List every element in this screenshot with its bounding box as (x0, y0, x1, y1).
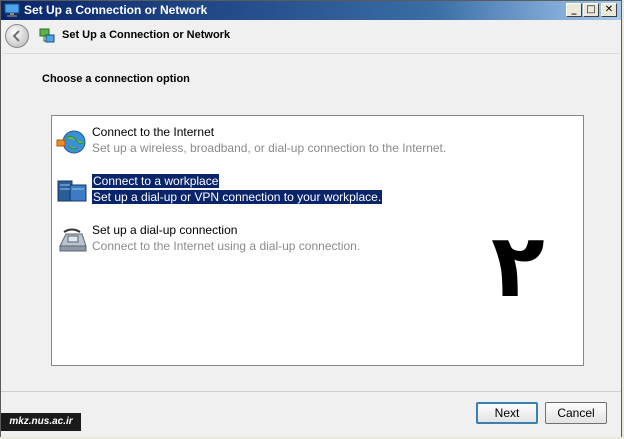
footer-bar: Next Cancel (1, 391, 621, 437)
window-title: Set Up a Connection or Network (24, 3, 208, 17)
close-button[interactable]: ✕ (601, 3, 617, 17)
navigation-bar: Set Up a Connection or Network (1, 20, 621, 53)
option-title: Connect to the Internet (92, 125, 215, 139)
option-title: Set up a dial-up connection (92, 223, 238, 237)
title-bar[interactable]: Set Up a Connection or Network _ □ ✕ (1, 1, 621, 20)
network-app-icon (4, 3, 20, 17)
globe-internet-icon (56, 130, 86, 154)
next-button[interactable]: Next (476, 402, 538, 424)
minimize-button[interactable]: _ (566, 3, 582, 17)
workplace-server-icon (57, 180, 87, 202)
maximize-button[interactable]: □ (583, 3, 599, 17)
option-description: Set up a dial-up or VPN connection to yo… (92, 190, 383, 204)
option-connect-internet[interactable]: Connect to the Internet Set up a wireles… (54, 122, 581, 162)
back-arrow-icon (12, 30, 20, 42)
back-button[interactable] (5, 24, 29, 48)
option-connect-workplace[interactable]: Connect to a workplace Set up a dial-up … (54, 171, 581, 211)
page-heading: Choose a connection option (42, 73, 190, 85)
option-description: Set up a wireless, broadband, or dial-up… (92, 141, 447, 155)
wizard-window: Set Up a Connection or Network _ □ ✕ Set… (0, 0, 622, 437)
option-title: Connect to a workplace (92, 174, 220, 188)
overlay-number: ۲ (491, 214, 545, 317)
cancel-button[interactable]: Cancel (545, 402, 607, 424)
telephone-modem-icon (59, 228, 87, 252)
option-description: Connect to the Internet using a dial-up … (92, 239, 361, 253)
content-area: Choose a connection option Connect to th… (3, 53, 620, 392)
watermark-badge: mkz.nus.ac.ir (1, 413, 81, 431)
wizard-title: Set Up a Connection or Network (62, 29, 231, 41)
network-wizard-icon (39, 28, 55, 43)
